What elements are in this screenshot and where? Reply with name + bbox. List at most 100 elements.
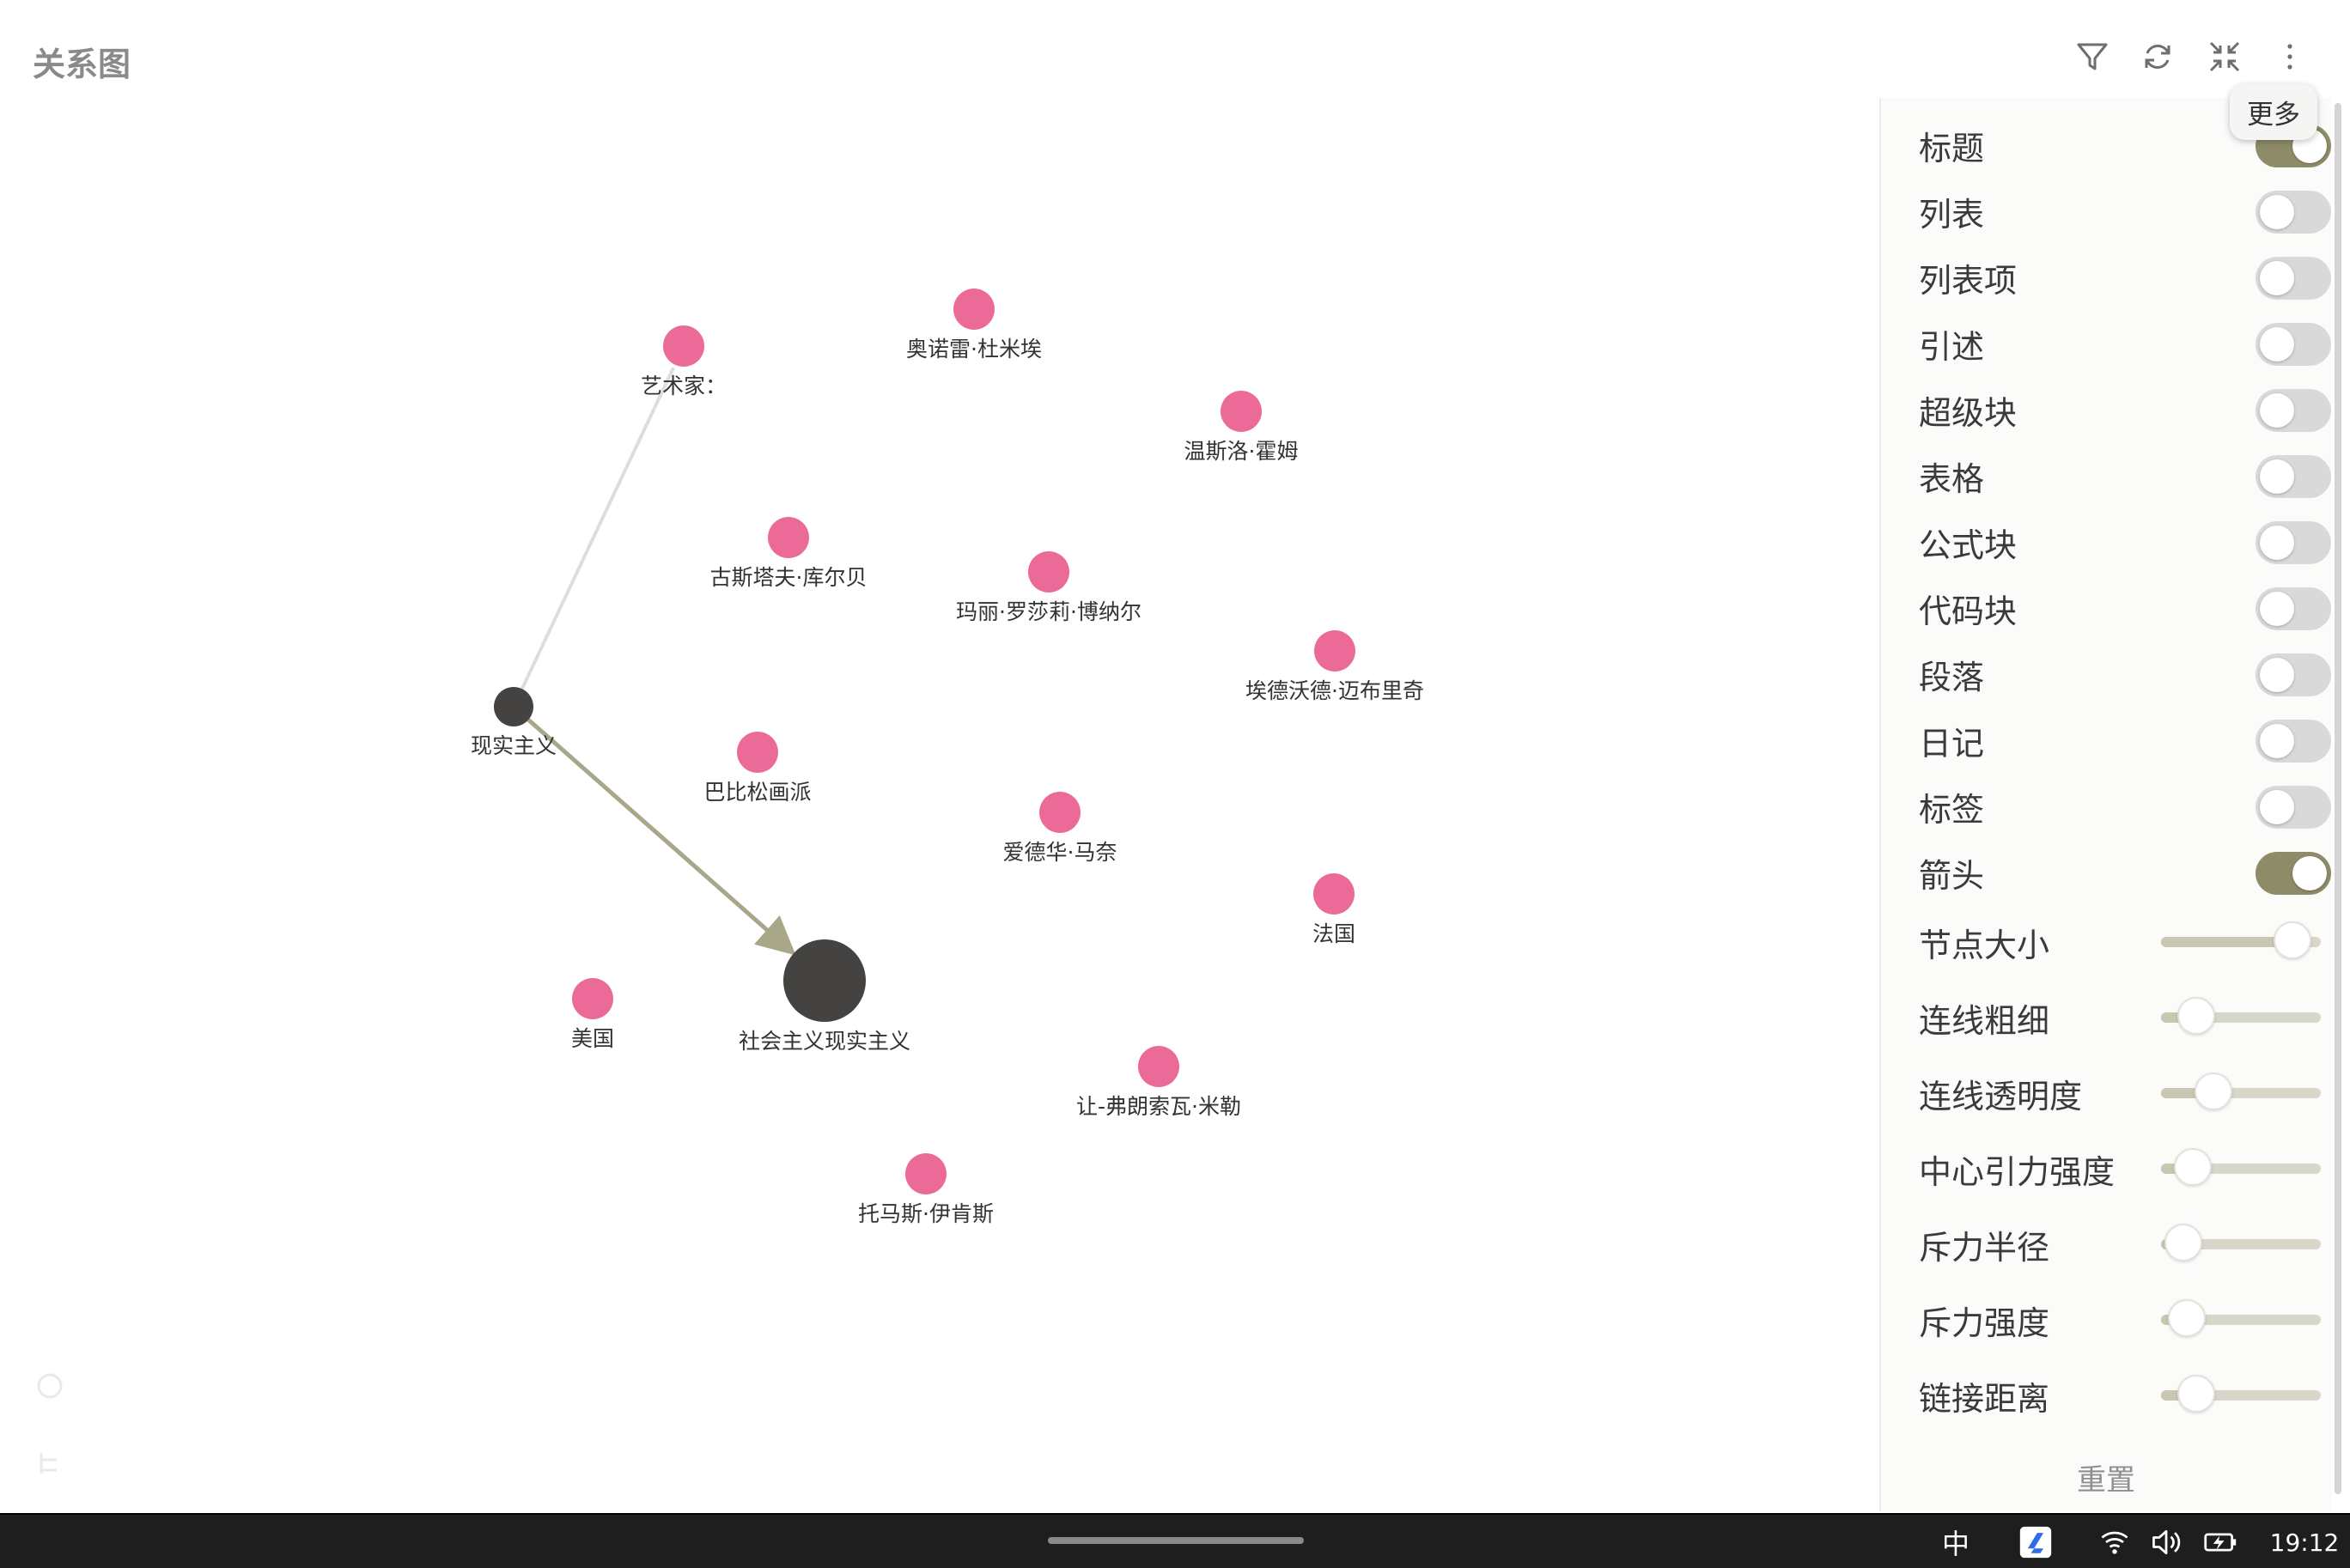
graph-node[interactable] — [1314, 630, 1355, 672]
toggle-label: 箭头 — [1919, 856, 1985, 895]
collapse-icon[interactable] — [2204, 36, 2245, 77]
toggle-label: 日记 — [1919, 724, 1985, 763]
graph-node-label: 艺术家： — [641, 374, 727, 398]
toggle-switch[interactable] — [2256, 852, 2331, 895]
slider-row: 斥力半径 — [1919, 1219, 2321, 1270]
graph-node[interactable] — [663, 325, 704, 367]
graph-node-label: 让-弗朗索瓦·米勒 — [1076, 1094, 1241, 1119]
slider-track[interactable] — [2161, 921, 2321, 959]
slider-thumb[interactable] — [2174, 1148, 2213, 1186]
toggle-switch[interactable] — [2256, 389, 2331, 432]
slider-label: 斥力半径 — [1919, 1228, 2050, 1267]
graph-settings-panel: 重置 标题 列表 列表项 引述 超级块 表格 公式块 代码块 段落 日记 标签 箭头 节点大小 连线粗细连… — [1879, 98, 2331, 1511]
graph-node-label: 托马斯·伊肯斯 — [858, 1201, 994, 1226]
toggle-row: 代码块 — [1919, 582, 2331, 634]
panel-scrollbar[interactable] — [2335, 103, 2341, 1494]
graph-node-label: 温斯洛·霍姆 — [1184, 439, 1299, 464]
toggle-label: 代码块 — [1919, 592, 2018, 630]
toggle-row: 公式块 — [1919, 516, 2331, 568]
graph-node-label: 现实主义 — [471, 733, 557, 758]
toggle-switch[interactable] — [2256, 257, 2331, 300]
slider-label: 连线粗细 — [1919, 1001, 2050, 1040]
battery-icon[interactable] — [2201, 1523, 2240, 1561]
toggle-knob — [2260, 261, 2294, 295]
toggle-knob — [2260, 790, 2294, 824]
toggle-knob — [2292, 856, 2327, 890]
slider-row: 连线透明度 — [1919, 1067, 2321, 1119]
slider-track[interactable] — [2161, 997, 2321, 1035]
graph-node-label: 古斯塔夫·库尔贝 — [710, 565, 868, 590]
toggle-row: 日记 — [1919, 714, 2331, 766]
toggle-knob — [2260, 526, 2294, 560]
graph-node[interactable] — [1039, 792, 1081, 833]
toggle-switch[interactable] — [2256, 455, 2331, 498]
wifi-icon[interactable] — [2096, 1523, 2134, 1561]
slider-thumb[interactable] — [2195, 1073, 2233, 1110]
slider-thumb[interactable] — [2176, 997, 2215, 1035]
graph-node[interactable] — [783, 939, 866, 1022]
graph-node[interactable] — [494, 687, 533, 726]
graph-node[interactable] — [1221, 391, 1262, 432]
toggle-row: 表格 — [1919, 450, 2331, 501]
slider-track[interactable] — [2161, 1148, 2321, 1186]
slider-track[interactable] — [2161, 1224, 2321, 1261]
slider-label: 中心引力强度 — [1919, 1152, 2116, 1191]
toggle-knob — [2260, 658, 2294, 692]
slider-thumb[interactable] — [2164, 1224, 2203, 1261]
toggle-switch[interactable] — [2256, 720, 2331, 763]
graph-node[interactable] — [953, 289, 995, 330]
graph-node-label: 巴比松画派 — [703, 780, 811, 805]
slider-label: 链接距离 — [1919, 1379, 2050, 1418]
slider-thumb[interactable] — [2273, 921, 2311, 959]
slider-track[interactable] — [2161, 1073, 2321, 1110]
slider-row: 连线粗细 — [1919, 992, 2321, 1043]
graph-side-icon[interactable] — [34, 1370, 65, 1401]
home-indicator[interactable] — [1048, 1537, 1304, 1544]
toggle-switch[interactable] — [2256, 587, 2331, 630]
relation-graph[interactable]: 艺术家： 奥诺雷·杜米埃温斯洛·霍姆古斯塔夫·库尔贝玛丽·罗莎莉·博纳尔埃德沃德·… — [0, 0, 1872, 1511]
graph-node-label: 美国 — [571, 1026, 614, 1051]
graph-node[interactable] — [1028, 551, 1069, 593]
slider-row: 斥力强度 — [1919, 1294, 2321, 1346]
graph-node-label: 玛丽·罗莎莉·博纳尔 — [956, 599, 1142, 624]
graph-tree-icon[interactable] — [34, 1448, 65, 1479]
graph-node-label: 埃德沃德·迈布里奇 — [1245, 678, 1424, 703]
slider-label: 连线透明度 — [1919, 1077, 2083, 1115]
toggle-knob — [2260, 459, 2294, 494]
toggle-knob — [2260, 195, 2294, 229]
filter-icon[interactable] — [2072, 36, 2113, 77]
graph-node[interactable] — [905, 1153, 947, 1194]
volume-icon[interactable] — [2147, 1523, 2185, 1561]
graph-node[interactable] — [572, 978, 613, 1019]
toggle-label: 标签 — [1919, 790, 1985, 829]
toggle-row: 引述 — [1919, 318, 2331, 369]
slider-track[interactable] — [2161, 1375, 2321, 1413]
toggle-switch[interactable] — [2256, 521, 2331, 564]
toggle-switch[interactable] — [2256, 323, 2331, 366]
graph-node[interactable] — [1313, 873, 1355, 915]
toggle-switch[interactable] — [2256, 191, 2331, 234]
more-icon[interactable] — [2269, 36, 2310, 77]
toggle-row: 列表 — [1919, 185, 2331, 237]
graph-node[interactable] — [768, 517, 809, 558]
slider-row: 节点大小 — [1919, 916, 2321, 968]
toggle-switch[interactable] — [2256, 786, 2331, 829]
slider-track[interactable] — [2161, 1299, 2321, 1337]
graph-node-label: 爱德华·马奈 — [1003, 840, 1117, 865]
slider-thumb[interactable] — [2176, 1375, 2215, 1413]
app-launcher-icon[interactable] — [2017, 1523, 2055, 1561]
slider-row: 链接距离 — [1919, 1370, 2321, 1421]
toggle-label: 公式块 — [1919, 526, 2018, 564]
reset-button[interactable]: 重置 — [1881, 1456, 2331, 1498]
slider-thumb[interactable] — [2167, 1299, 2206, 1337]
taskbar: 中 19:12 — [0, 1513, 2350, 1568]
toggle-switch[interactable] — [2256, 653, 2331, 696]
toggle-label: 标题 — [1919, 129, 1985, 167]
ime-indicator[interactable]: 中 — [1936, 1523, 1976, 1561]
graph-node[interactable] — [737, 732, 778, 773]
graph-node[interactable] — [1138, 1046, 1179, 1087]
toggle-row: 列表项 — [1919, 252, 2331, 303]
refresh-icon[interactable] — [2137, 36, 2178, 77]
toggle-label: 列表 — [1919, 195, 1985, 234]
slider-row: 中心引力强度 — [1919, 1143, 2321, 1194]
